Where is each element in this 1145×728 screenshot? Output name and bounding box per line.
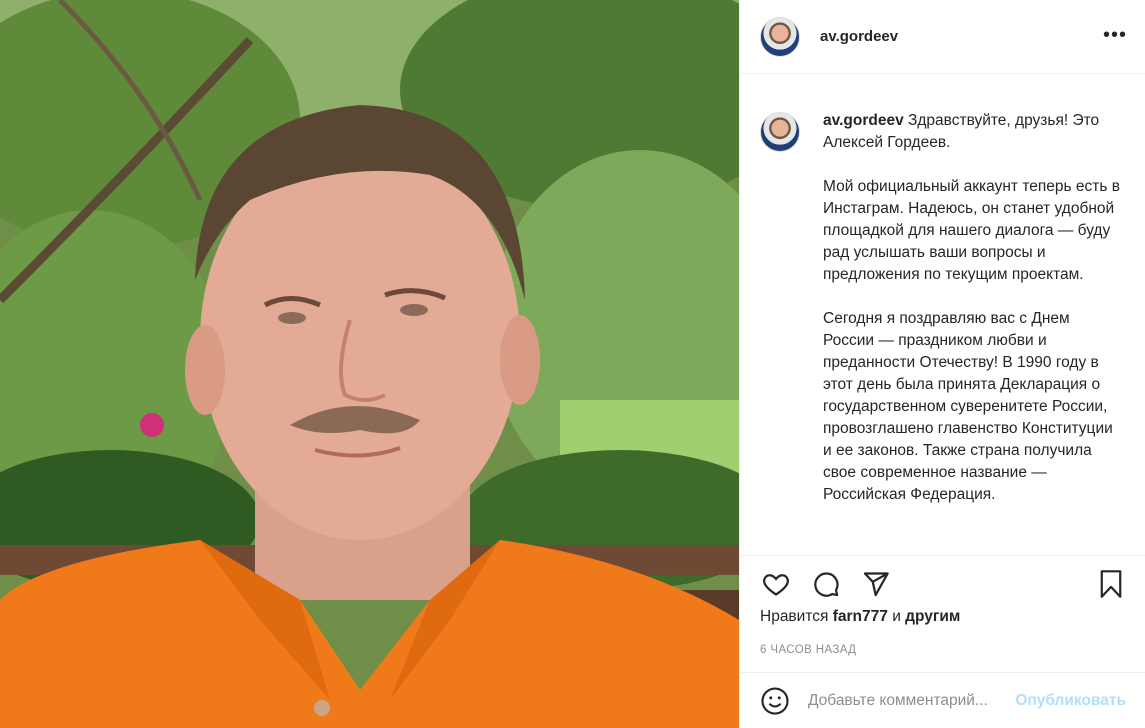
comment-input[interactable]	[808, 691, 1016, 710]
photo-illustration	[0, 0, 739, 728]
caption-author-avatar[interactable]	[760, 112, 800, 152]
post-photo[interactable]	[0, 0, 739, 728]
more-horizontal-icon[interactable]: •••	[1103, 25, 1127, 45]
post-actions	[740, 556, 1145, 612]
comment-bubble-icon[interactable]	[810, 568, 842, 600]
caption-area: av.gordeev Здравствуйте, друзья! Это Але…	[740, 74, 1145, 556]
post-header: av.gordeev •••	[740, 0, 1145, 74]
post-details-panel: av.gordeev ••• av.gordeev Здравствуйте, …	[739, 0, 1145, 728]
caption: av.gordeev Здравствуйте, друзья! Это Але…	[823, 110, 1125, 555]
smiley-icon[interactable]	[760, 686, 790, 716]
post-timestamp[interactable]: 6 ЧАСОВ НАЗАД	[740, 630, 1145, 666]
publish-button[interactable]: Опубликовать	[1015, 692, 1126, 710]
caption-username[interactable]: av.gordeev	[823, 112, 904, 129]
comment-box: Опубликовать	[740, 672, 1145, 728]
heart-icon[interactable]	[760, 568, 792, 600]
paper-plane-icon[interactable]	[860, 568, 892, 600]
author-username[interactable]: av.gordeev	[820, 28, 898, 45]
caption-body: Здравствуйте, друзья! Это Алексей Гордее…	[823, 112, 1120, 503]
author-avatar[interactable]	[760, 16, 800, 57]
instagram-post: av.gordeev ••• av.gordeev Здравствуйте, …	[0, 0, 1145, 728]
bookmark-icon[interactable]	[1095, 568, 1127, 600]
